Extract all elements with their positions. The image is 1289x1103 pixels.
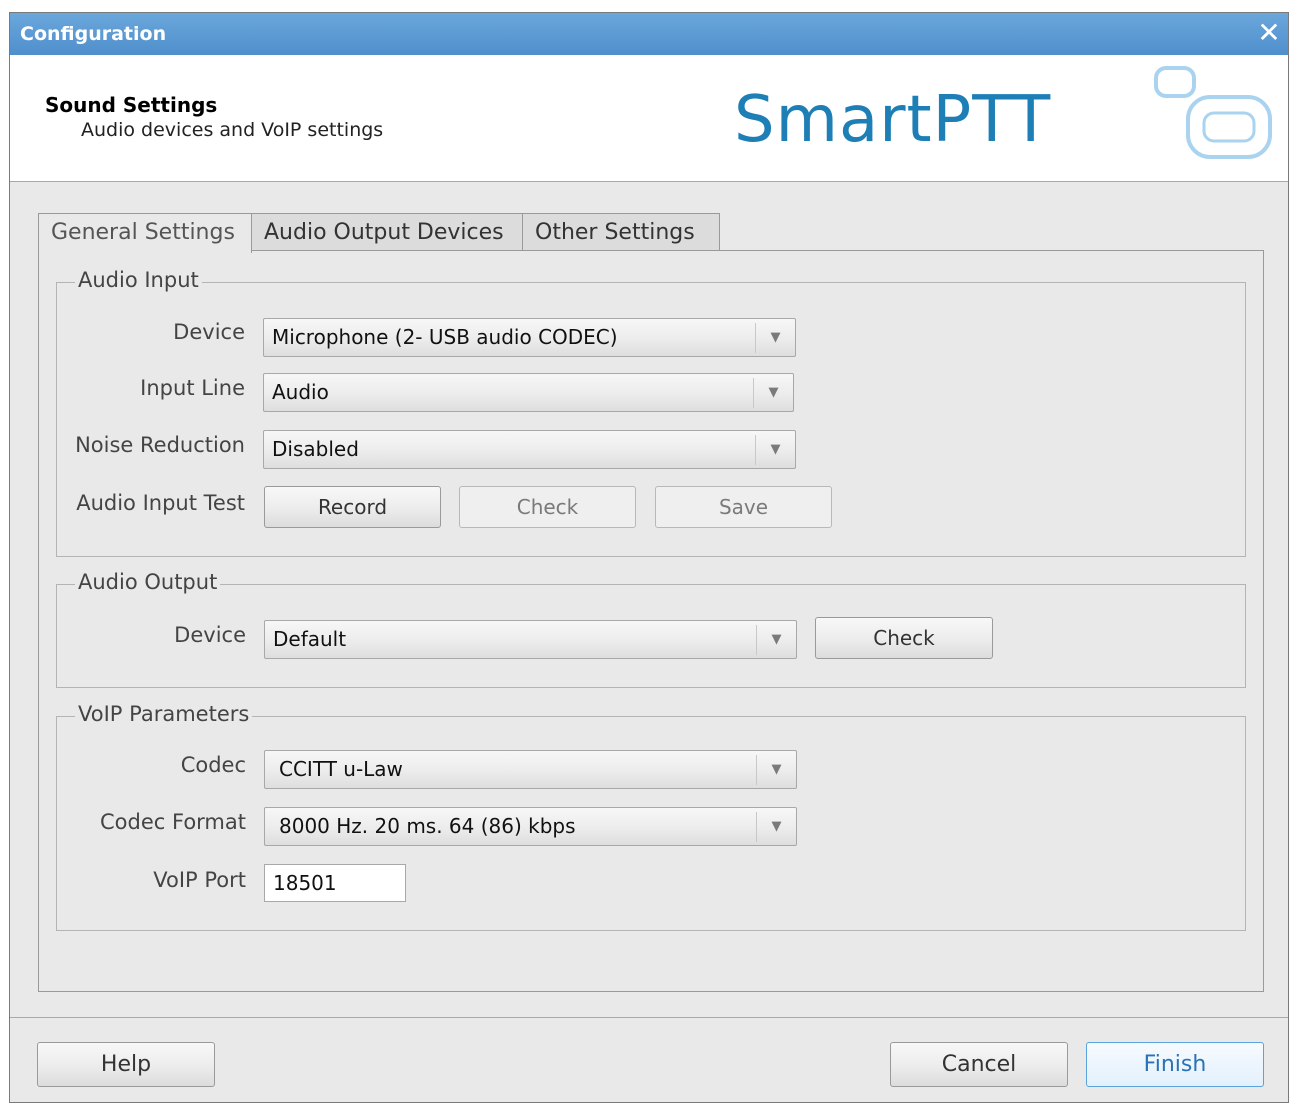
close-icon[interactable]: ✕ (1254, 19, 1284, 49)
audio-output-legend: Audio Output (75, 570, 221, 594)
input-line-select[interactable]: Audio ▼ (263, 373, 794, 412)
finish-button[interactable]: Finish (1086, 1042, 1264, 1087)
chevron-down-icon: ▼ (755, 435, 795, 465)
codec-label: Codec (180, 753, 246, 777)
configuration-window: Configuration ✕ Sound Settings Audio dev… (9, 12, 1289, 1103)
device-label: Device (173, 320, 245, 344)
audio-input-group: Audio Input Device Microphone (2- USB au… (56, 268, 1246, 557)
smartptt-logo-text: SmartPTT (734, 83, 1052, 157)
output-device-label: Device (174, 623, 246, 647)
footer-divider (10, 1017, 1288, 1018)
save-button[interactable]: Save (655, 486, 832, 528)
codec-select[interactable]: CCITT u-Law ▼ (264, 750, 797, 789)
audio-input-device-select[interactable]: Microphone (2- USB audio CODEC) ▼ (263, 318, 796, 357)
page-subtitle: Audio devices and VoIP settings (81, 119, 384, 141)
audio-output-group: Audio Output Device Default ▼ Check (56, 570, 1246, 688)
chevron-down-icon: ▼ (756, 625, 796, 655)
check-input-button[interactable]: Check (459, 486, 636, 528)
codec-format-select[interactable]: 8000 Hz. 20 ms. 64 (86) kbps ▼ (264, 807, 797, 846)
general-settings-panel: Audio Input Device Microphone (2- USB au… (38, 250, 1264, 992)
chevron-down-icon: ▼ (753, 378, 793, 408)
check-output-button[interactable]: Check (815, 617, 993, 659)
audio-output-device-select[interactable]: Default ▼ (264, 620, 797, 659)
chevron-down-icon: ▼ (756, 812, 796, 842)
codec-format-label: Codec Format (100, 810, 246, 834)
chevron-down-icon: ▼ (755, 323, 795, 353)
tab-general-settings[interactable]: General Settings (38, 213, 252, 253)
audio-input-device-value: Microphone (2- USB audio CODEC) (272, 325, 618, 349)
noise-reduction-value: Disabled (272, 437, 359, 461)
help-button[interactable]: Help (37, 1042, 215, 1087)
window-title: Configuration (20, 23, 167, 45)
input-line-label: Input Line (140, 376, 245, 400)
tab-other-settings[interactable]: Other Settings (522, 213, 720, 251)
voip-port-input[interactable]: 18501 (264, 864, 406, 902)
audio-input-test-label: Audio Input Test (76, 491, 245, 515)
voip-parameters-group: VoIP Parameters Codec CCITT u-Law ▼ Code… (56, 702, 1246, 931)
noise-reduction-label: Noise Reduction (75, 433, 245, 457)
voip-parameters-legend: VoIP Parameters (75, 702, 253, 726)
tab-audio-output-devices[interactable]: Audio Output Devices (251, 213, 523, 251)
voip-port-label: VoIP Port (153, 868, 246, 892)
cancel-button[interactable]: Cancel (890, 1042, 1068, 1087)
title-bar: Configuration ✕ (10, 13, 1288, 55)
audio-input-legend: Audio Input (75, 268, 202, 292)
noise-reduction-select[interactable]: Disabled ▼ (263, 430, 796, 469)
input-line-value: Audio (272, 380, 329, 404)
audio-output-device-value: Default (273, 627, 347, 651)
header-banner: Sound Settings Audio devices and VoIP se… (10, 55, 1288, 182)
record-button[interactable]: Record (264, 486, 441, 528)
codec-value: CCITT u-Law (279, 757, 403, 781)
page-title: Sound Settings (45, 93, 218, 117)
logo-rings-icon (1154, 66, 1272, 159)
chevron-down-icon: ▼ (756, 755, 796, 785)
codec-format-value: 8000 Hz. 20 ms. 64 (86) kbps (279, 814, 576, 838)
